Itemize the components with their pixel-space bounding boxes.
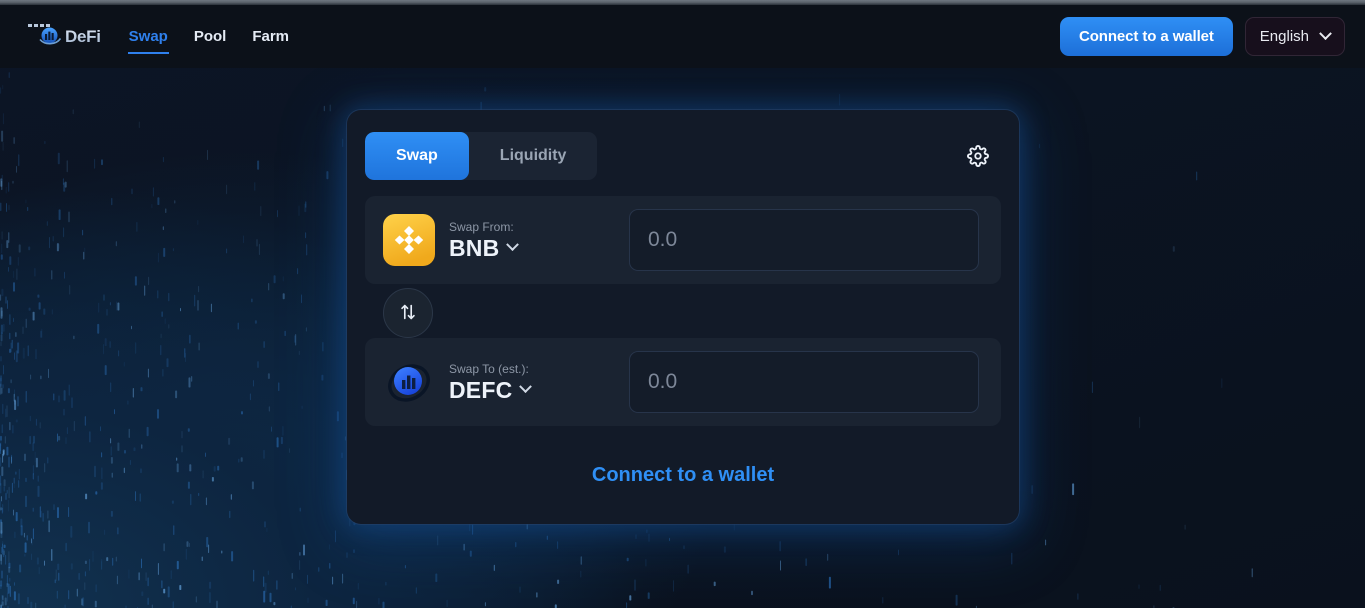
language-label: English — [1259, 28, 1309, 45]
swap-to-amount-input[interactable] — [629, 351, 979, 413]
chevron-down-icon — [1319, 27, 1332, 41]
brand-logo[interactable]: DeFi — [28, 24, 101, 49]
brand-dots-decoration — [28, 24, 50, 27]
swap-from-meta: Swap From: BNB — [449, 219, 520, 261]
header-actions: Connect to a wallet English — [1060, 17, 1345, 56]
swap-from-panel: Swap From: BNB — [365, 196, 1001, 284]
nav-item-pool[interactable]: Pool — [193, 24, 228, 50]
swap-direction-area — [365, 284, 1001, 336]
swap-to-meta: Swap To (est.): DEFC — [449, 361, 533, 403]
swap-vertical-arrows-icon — [397, 301, 419, 326]
swap-from-symbol: BNB — [449, 234, 500, 261]
swap-to-symbol: DEFC — [449, 376, 513, 403]
settings-button[interactable] — [963, 141, 993, 171]
language-selector[interactable]: English — [1244, 17, 1345, 56]
swap-from-amount-input[interactable] — [629, 209, 979, 271]
browser-top-edge-strip — [0, 0, 1365, 5]
swap-to-caption: Swap To (est.): — [449, 361, 529, 376]
swap-to-token: Swap To (est.): DEFC — [383, 356, 611, 408]
gear-icon — [967, 145, 989, 170]
tab-liquidity[interactable]: Liquidity — [469, 132, 598, 180]
card-header: Swap Liquidity — [365, 132, 1001, 180]
swap-from-token-selector[interactable]: BNB — [449, 234, 520, 261]
swap-to-panel: Swap To (est.): DEFC — [365, 338, 1001, 426]
swap-from-token: Swap From: BNB — [383, 214, 611, 266]
swap-liquidity-tabs: Swap Liquidity — [365, 132, 598, 180]
connect-wallet-cta-button[interactable]: Connect to a wallet — [365, 442, 1001, 508]
swap-to-token-selector[interactable]: DEFC — [449, 376, 533, 403]
tab-swap[interactable]: Swap — [365, 132, 469, 180]
chevron-down-icon — [519, 380, 533, 394]
connect-wallet-header-button[interactable]: Connect to a wallet — [1060, 17, 1233, 56]
bnb-token-icon — [383, 214, 435, 266]
swap-from-caption: Swap From: — [449, 219, 514, 234]
main-navigation: Swap Pool Farm — [127, 5, 290, 68]
nav-item-farm[interactable]: Farm — [251, 24, 290, 50]
defc-token-icon — [383, 356, 435, 408]
brand-name: DeFi — [65, 26, 101, 46]
swap-direction-button[interactable] — [383, 288, 433, 338]
swap-card: Swap Liquidity Swap From: BNB 0.0 Swap T… — [347, 110, 1019, 524]
site-header: DeFi Swap Pool Farm Connect to a wallet … — [0, 5, 1365, 68]
chevron-down-icon — [506, 238, 520, 252]
defi-chart-logo-icon — [38, 25, 62, 49]
nav-item-swap[interactable]: Swap — [127, 24, 170, 54]
